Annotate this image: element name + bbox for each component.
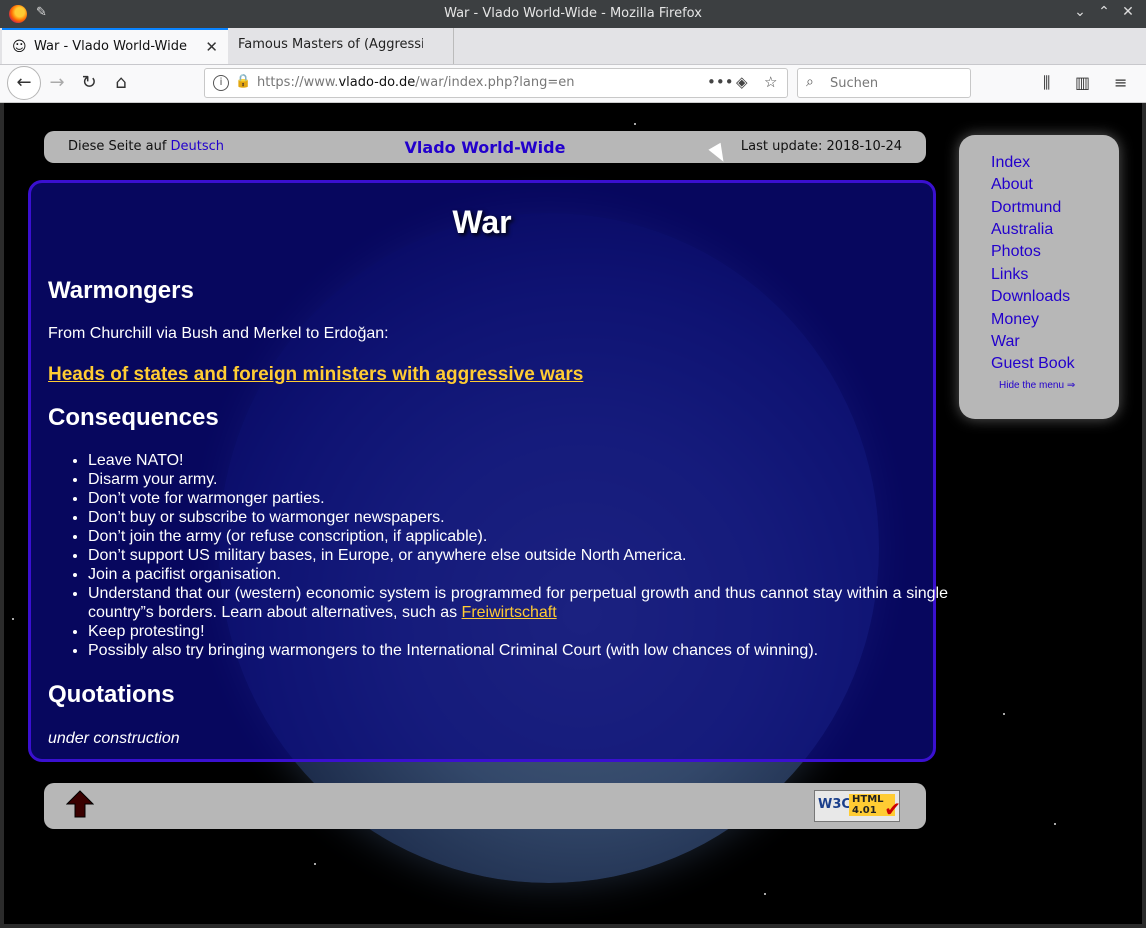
page-title: War xyxy=(452,204,512,240)
reload-button[interactable]: ↻ xyxy=(74,68,104,98)
navigation-toolbar: ← → ↻ ⌂ i 🔒 https://www.vlado-do.de/war/… xyxy=(0,65,1146,103)
url-text[interactable]: https://www.vlado-do.de/war/index.php?la… xyxy=(257,75,574,90)
list-item: Don’t buy or subscribe to warmonger news… xyxy=(88,508,948,527)
footer-bar: W3C HTML 4.01 ✔ xyxy=(44,783,926,829)
search-icon: ⌕ xyxy=(806,74,814,90)
checkmark-icon: ✔ xyxy=(884,797,901,821)
menu-item-dortmund[interactable]: Dortmund xyxy=(991,199,1061,217)
bookmark-star-icon[interactable]: ☆ xyxy=(764,73,777,91)
menu-item-australia[interactable]: Australia xyxy=(991,221,1053,239)
list-item: Disarm your army. xyxy=(88,470,948,489)
site-favicon-icon: ☺ xyxy=(12,39,27,55)
search-box[interactable]: ⌕ Suchen xyxy=(797,68,971,98)
site-header-bar: Diese Seite auf Deutsch Vlado World-Wide… xyxy=(44,131,926,163)
library-icon[interactable]: ⫼ xyxy=(1043,73,1050,93)
main-content: War Warmongers From Churchill via Bush a… xyxy=(28,180,948,762)
quotations-text: under construction xyxy=(48,730,180,747)
menu-icon[interactable]: ≡ xyxy=(1114,73,1127,92)
menu-item-downloads[interactable]: Downloads xyxy=(991,288,1070,306)
list-item: Leave NATO! xyxy=(88,451,948,470)
heads-of-states-link[interactable]: Heads of states and foreign ministers wi… xyxy=(48,364,583,386)
menu-item-about[interactable]: About xyxy=(991,176,1033,194)
list-item: Understand that our (western) economic s… xyxy=(88,584,948,622)
close-tab-icon[interactable]: ✕ xyxy=(205,38,218,56)
warmongers-heading: Warmongers xyxy=(48,277,194,304)
menu-item-guest-book[interactable]: Guest Book xyxy=(991,355,1075,373)
up-arrow-icon[interactable] xyxy=(65,789,95,823)
w3c-logo-text: W3C xyxy=(818,797,851,812)
consequences-list: Leave NATO! Disarm your army. Don’t vote… xyxy=(48,451,948,660)
tab-label: Famous Masters of (Aggressive xyxy=(238,37,423,52)
freiwirtschaft-link[interactable]: Freiwirtschaft xyxy=(462,604,557,621)
consequences-heading: Consequences xyxy=(48,404,219,431)
tab-bar: ☺ War - Vlado World-Wide ✕ Famous Master… xyxy=(0,28,1146,87)
menu-item-war[interactable]: War xyxy=(991,333,1020,351)
tab-war[interactable]: ☺ War - Vlado World-Wide ✕ xyxy=(2,28,228,64)
page-viewport: Diese Seite auf Deutsch Vlado World-Wide… xyxy=(4,103,1142,924)
window-title: War - Vlado World-Wide - Mozilla Firefox xyxy=(444,6,702,21)
list-item: Don’t support US military bases, in Euro… xyxy=(88,546,948,565)
menu-item-photos[interactable]: Photos xyxy=(991,243,1041,261)
maximize-icon[interactable]: ⌃ xyxy=(1095,4,1113,20)
search-placeholder: Suchen xyxy=(830,76,879,91)
window-titlebar: ✎ War - Vlado World-Wide - Mozilla Firef… xyxy=(0,0,1146,28)
tab-label: War - Vlado World-Wide xyxy=(34,39,187,54)
info-icon[interactable]: i xyxy=(213,75,229,91)
list-item: Join a pacifist organisation. xyxy=(88,565,948,584)
list-item: Don’t vote for warmonger parties. xyxy=(88,489,948,508)
menu-item-links[interactable]: Links xyxy=(991,266,1028,284)
minimize-icon[interactable]: ⌄ xyxy=(1071,4,1089,20)
intro-text: From Churchill via Bush and Merkel to Er… xyxy=(48,325,389,342)
menu-item-money[interactable]: Money xyxy=(991,311,1039,329)
quotations-heading: Quotations xyxy=(48,681,175,708)
menu-item-index[interactable]: Index xyxy=(991,154,1030,172)
close-window-icon[interactable]: ✕ xyxy=(1119,4,1137,20)
address-bar[interactable]: i 🔒 https://www.vlado-do.de/war/index.ph… xyxy=(204,68,788,98)
tab-famous-masters[interactable]: Famous Masters of (Aggressive xyxy=(228,28,454,64)
last-update: Last update: 2018-10-24 xyxy=(740,139,902,154)
forward-button[interactable]: → xyxy=(42,68,72,98)
hide-menu-link[interactable]: Hide the menu ⇒ xyxy=(999,380,1075,391)
w3c-html-badge[interactable]: W3C HTML 4.01 ✔ xyxy=(814,790,901,822)
list-item: Keep protesting! xyxy=(88,622,948,641)
list-item: Possibly also try bringing warmongers to… xyxy=(88,641,948,660)
home-button[interactable]: ⌂ xyxy=(106,68,136,98)
list-item: Don’t join the army (or refuse conscript… xyxy=(88,527,948,546)
pocket-icon[interactable]: ◈ xyxy=(736,73,748,91)
side-menu: Index About Dortmund Australia Photos Li… xyxy=(959,135,1119,419)
back-button[interactable]: ← xyxy=(7,66,41,100)
page-actions-icon[interactable]: ••• xyxy=(707,73,734,91)
sidebar-icon[interactable]: ▥ xyxy=(1075,73,1090,92)
lock-icon[interactable]: 🔒 xyxy=(235,74,251,89)
